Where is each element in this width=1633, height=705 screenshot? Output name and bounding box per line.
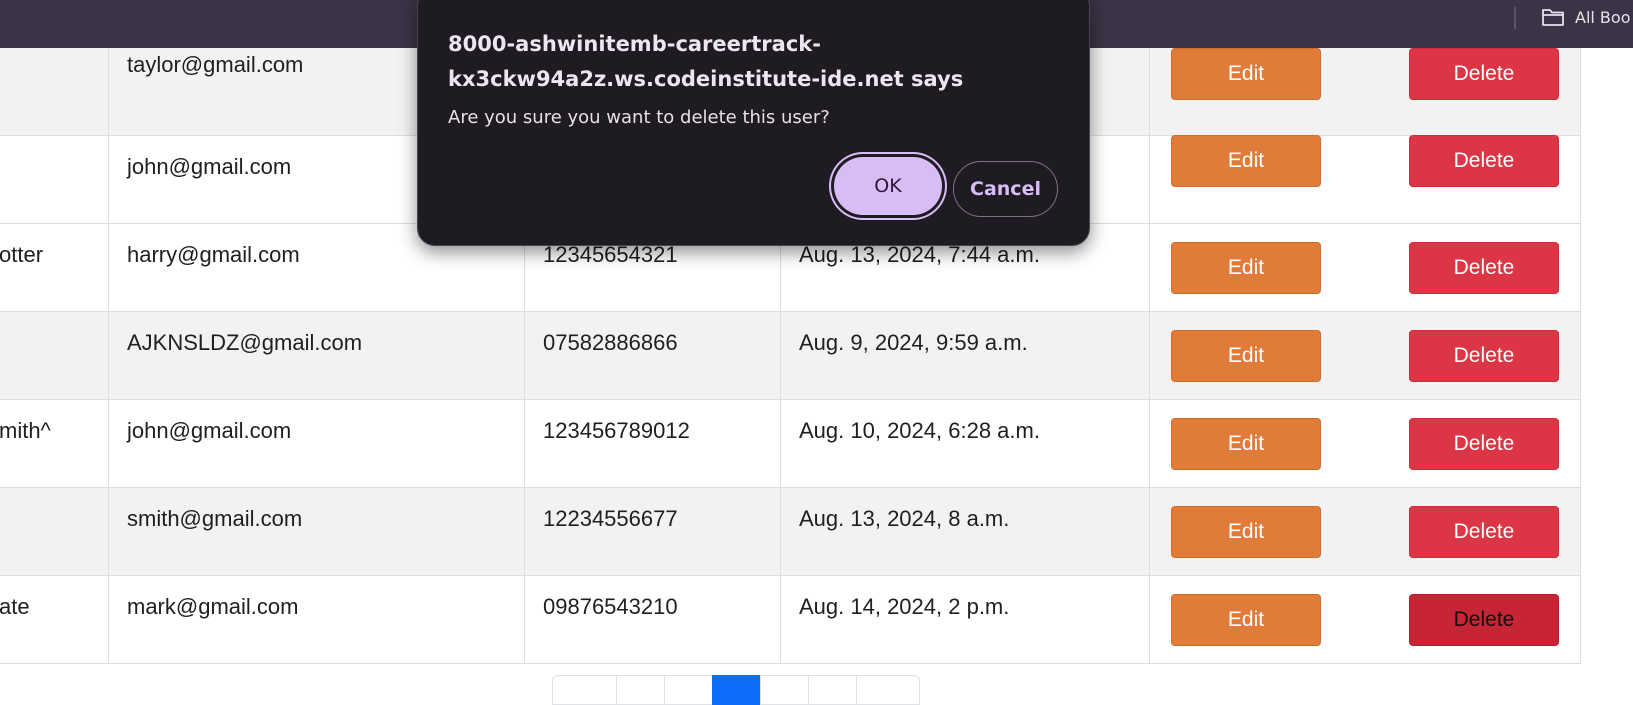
date-cell: Aug. 9, 2024, 9:59 a.m. <box>780 312 1149 399</box>
cancel-button[interactable]: Cancel <box>953 161 1058 217</box>
delete-button[interactable]: Delete <box>1409 594 1559 646</box>
name-cell: ate <box>0 594 30 619</box>
delete-button[interactable]: Delete <box>1409 242 1559 294</box>
email-cell: AJKNSLDZ@gmail.com <box>108 312 524 399</box>
date-cell: Aug. 13, 2024, 8 a.m. <box>780 488 1149 575</box>
page-link[interactable] <box>808 675 856 705</box>
delete-button[interactable]: Delete <box>1409 48 1559 100</box>
name-cell: mith^ <box>0 418 51 443</box>
email-cell: mark@gmail.com <box>108 576 524 663</box>
name-cell <box>0 136 109 223</box>
phone-cell: 09876543210 <box>524 576 780 663</box>
delete-button[interactable]: Delete <box>1409 418 1559 470</box>
edit-button[interactable]: Edit <box>1171 135 1321 187</box>
delete-button[interactable]: Delete <box>1409 506 1559 558</box>
edit-button[interactable]: Edit <box>1171 418 1321 470</box>
page-link[interactable] <box>760 675 808 705</box>
table-row: smith@gmail.com 12234556677 Aug. 13, 202… <box>0 488 1580 576</box>
name-cell: otter <box>0 242 44 267</box>
phone-cell: 123456789012 <box>524 400 780 487</box>
page-link[interactable] <box>552 675 616 705</box>
edit-button[interactable]: Edit <box>1171 242 1321 294</box>
edit-button[interactable]: Edit <box>1171 506 1321 558</box>
date-cell: Aug. 14, 2024, 2 p.m. <box>780 576 1149 663</box>
delete-button[interactable]: Delete <box>1409 330 1559 382</box>
table-row: ate mark@gmail.com 09876543210 Aug. 14, … <box>0 576 1580 664</box>
table-row: AJKNSLDZ@gmail.com 07582886866 Aug. 9, 2… <box>0 312 1580 400</box>
phone-cell: 07582886866 <box>524 312 780 399</box>
edit-button[interactable]: Edit <box>1171 330 1321 382</box>
page-link[interactable] <box>856 675 920 705</box>
bookmarks-divider <box>1514 7 1516 29</box>
page-link-active[interactable] <box>712 675 760 705</box>
edit-button[interactable]: Edit <box>1171 594 1321 646</box>
email-cell: smith@gmail.com <box>108 488 524 575</box>
date-cell: Aug. 10, 2024, 6:28 a.m. <box>780 400 1149 487</box>
edit-button[interactable]: Edit <box>1171 48 1321 100</box>
phone-cell: 12234556677 <box>524 488 780 575</box>
email-cell: john@gmail.com <box>108 400 524 487</box>
all-bookmarks-label: All Boo <box>1575 7 1631 27</box>
table-row: mith^ john@gmail.com 123456789012 Aug. 1… <box>0 400 1580 488</box>
all-bookmarks-folder[interactable]: All Boo <box>1541 5 1630 29</box>
delete-button[interactable]: Delete <box>1409 135 1559 187</box>
confirm-dialog: 8000-ashwinitemb-careertrack-kx3ckw94a2z… <box>417 0 1090 246</box>
page-link[interactable] <box>616 675 664 705</box>
pagination <box>552 675 920 705</box>
dialog-message: Are you sure you want to delete this use… <box>448 107 830 128</box>
name-cell <box>0 488 109 575</box>
page-link[interactable] <box>664 675 712 705</box>
folder-icon <box>1541 7 1565 27</box>
dialog-origin: 8000-ashwinitemb-careertrack-kx3ckw94a2z… <box>448 32 964 91</box>
ok-button[interactable]: OK <box>834 157 942 215</box>
name-cell <box>0 312 109 399</box>
name-cell <box>0 48 109 135</box>
